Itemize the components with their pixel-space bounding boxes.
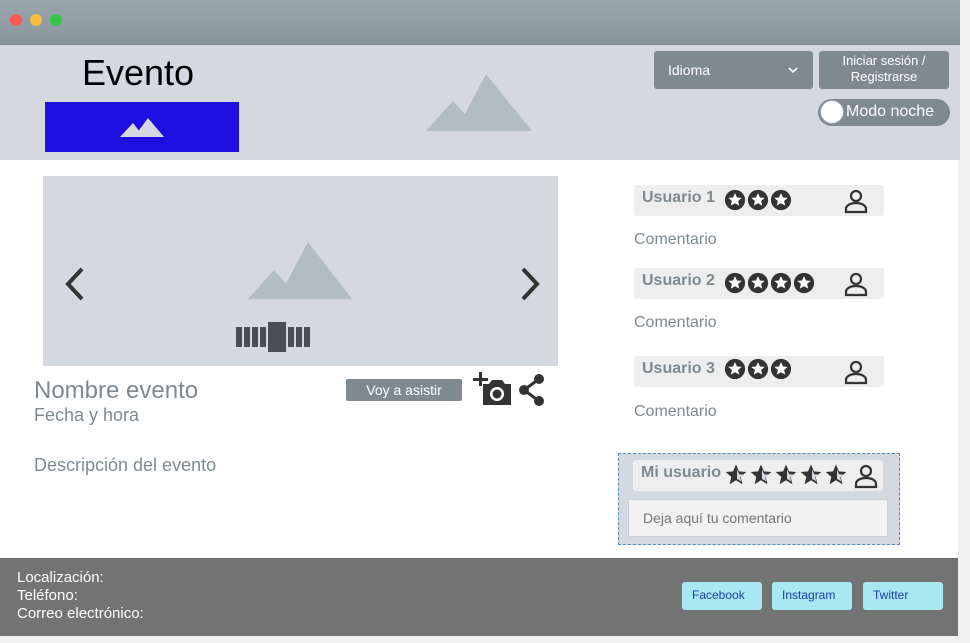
event-name: Nombre evento [34, 377, 199, 404]
star-icon [747, 358, 769, 380]
instagram-button[interactable]: Instagram [772, 582, 852, 610]
star-icon [770, 189, 792, 211]
star-outline-icon[interactable] [824, 461, 848, 489]
footer-phone: Teléfono: [17, 587, 78, 604]
login-register-button[interactable]: Iniciar sesión / Registrarse [819, 51, 949, 89]
event-datetime: Fecha y hora [34, 405, 140, 425]
carousel-indicator[interactable] [296, 327, 302, 347]
maximize-window-button[interactable] [50, 14, 62, 26]
comment-user-2: Usuario 2 [642, 272, 715, 289]
comment-user-1: Usuario 1 [642, 189, 715, 206]
footer-email: Correo electrónico: [17, 605, 144, 622]
carousel-prev-button[interactable] [63, 266, 85, 302]
star-icon [724, 272, 746, 294]
login-label: Iniciar sesión / [842, 53, 926, 68]
carousel-indicator[interactable] [236, 327, 242, 347]
carousel-indicator[interactable] [260, 327, 266, 347]
my-user-name: Mi usuario [641, 464, 722, 481]
user-icon [844, 189, 868, 214]
carousel-next-button[interactable] [520, 266, 542, 302]
chevron-down-icon [788, 67, 798, 74]
facebook-button[interactable]: Facebook [682, 582, 762, 610]
my-rating-stars[interactable] [724, 461, 848, 489]
window-titlebar [0, 0, 960, 45]
comment-text-3: Comentario [634, 403, 717, 420]
image-placeholder-icon [120, 118, 164, 137]
star-icon [770, 272, 792, 294]
carousel-indicator[interactable] [244, 327, 250, 347]
user-icon [844, 360, 868, 385]
register-label: Registrarse [850, 69, 918, 84]
carousel-indicator[interactable] [288, 327, 294, 347]
attend-button[interactable]: Voy a asistir [346, 379, 462, 401]
user-icon [854, 464, 878, 489]
share-icon[interactable] [518, 374, 546, 406]
minimize-window-button[interactable] [30, 14, 42, 26]
night-mode-label: Modo noche [846, 103, 935, 120]
footer-location: Localización: [17, 569, 104, 586]
night-mode-toggle-knob[interactable] [820, 100, 844, 124]
comment-text-1: Comentario [634, 231, 717, 248]
language-select-value: Idioma [668, 62, 711, 78]
carousel-indicator[interactable] [304, 327, 310, 347]
page-title: Evento [82, 52, 195, 93]
rating-stars-2 [724, 271, 815, 295]
close-window-button[interactable] [10, 14, 22, 26]
star-icon [770, 358, 792, 380]
language-select[interactable]: Idioma [654, 51, 813, 89]
logo [45, 102, 239, 152]
comment-input[interactable] [628, 499, 888, 537]
star-outline-icon[interactable] [774, 461, 798, 489]
star-outline-icon[interactable] [724, 461, 748, 489]
star-icon [724, 358, 746, 380]
carousel-indicator[interactable] [268, 322, 286, 352]
star-icon [724, 189, 746, 211]
user-icon [844, 272, 868, 297]
event-description: Descripción del evento [34, 455, 217, 475]
star-outline-icon[interactable] [749, 461, 773, 489]
carousel-indicators [236, 322, 310, 352]
header-image-placeholder-icon [426, 74, 532, 131]
carousel-image-placeholder-icon [248, 242, 352, 299]
star-outline-icon[interactable] [799, 461, 823, 489]
comment-text-2: Comentario [634, 314, 717, 331]
carousel-indicator[interactable] [252, 327, 258, 347]
twitter-button[interactable]: Twitter [863, 582, 943, 610]
add-photo-icon[interactable] [473, 372, 513, 406]
star-icon [747, 189, 769, 211]
comment-user-3: Usuario 3 [642, 360, 715, 377]
star-icon [793, 272, 815, 294]
rating-stars-3 [724, 357, 792, 381]
star-icon [747, 272, 769, 294]
rating-stars-1 [724, 188, 792, 212]
